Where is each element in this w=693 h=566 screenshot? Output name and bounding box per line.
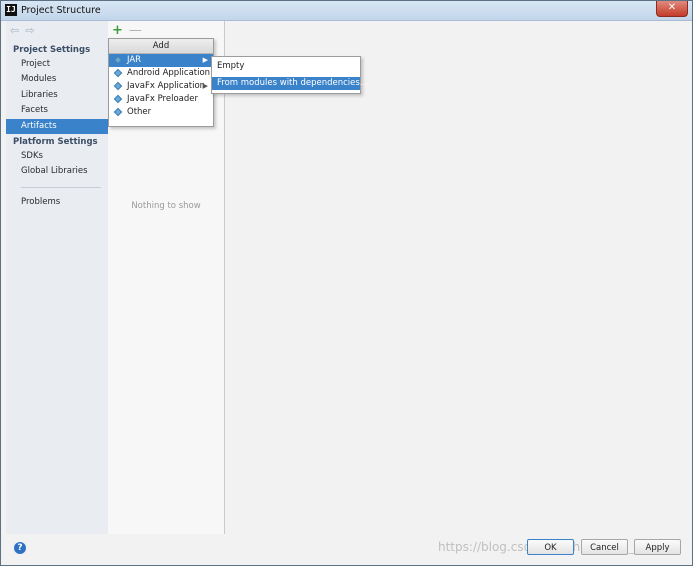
forward-arrow-icon[interactable]: ⇨: [25, 24, 40, 37]
submenu-arrow-icon: ▶: [202, 56, 208, 64]
sidebar-item-artifacts[interactable]: Artifacts: [6, 119, 108, 134]
apply-button[interactable]: Apply: [634, 539, 681, 555]
artifact-details-pane: [225, 21, 690, 534]
menu-item-other[interactable]: Other: [109, 106, 213, 119]
remove-icon[interactable]: —: [129, 23, 142, 38]
empty-list-text: Nothing to show: [131, 201, 201, 211]
sidebar-item-problems[interactable]: Problems: [6, 195, 108, 210]
artifact-icon: [113, 68, 123, 78]
cancel-button[interactable]: Cancel: [581, 539, 628, 555]
menu-item-android-application[interactable]: Android Application: [109, 67, 213, 80]
title-bar: IJ Project Structure ✕: [1, 1, 692, 21]
sidebar-item-global-libraries[interactable]: Global Libraries: [6, 164, 108, 179]
artifact-icon: [113, 107, 123, 117]
menu-item-label: Other: [127, 107, 152, 117]
sidebar-item-modules[interactable]: Modules: [6, 72, 108, 87]
artifact-icon: [113, 81, 123, 91]
intellij-icon: IJ: [5, 4, 17, 16]
artifacts-toolbar: + —: [112, 24, 142, 37]
submenu-item-from-modules[interactable]: From modules with dependencies...: [212, 77, 368, 90]
project-structure-window: IJ Project Structure ✕ ⇦⇨ Project Settin…: [0, 0, 693, 566]
menu-item-label: Android Application: [127, 68, 211, 78]
menu-item-javafx-application[interactable]: JavaFx Application ▶: [109, 80, 213, 93]
dialog-footer: ? https://blog.csdn.net/zhangbiao_... OK…: [1, 534, 692, 565]
menu-item-label: JAR: [127, 55, 142, 65]
sidebar: ⇦⇨ Project Settings Project Modules Libr…: [6, 21, 109, 534]
menu-item-label: JavaFx Preloader: [127, 94, 198, 104]
menu-item-javafx-preloader[interactable]: JavaFx Preloader: [109, 93, 213, 106]
sidebar-item-project[interactable]: Project: [6, 57, 108, 72]
jar-submenu: Empty From modules with dependencies...: [211, 56, 368, 94]
sidebar-item-libraries[interactable]: Libraries: [6, 88, 108, 103]
sidebar-item-facets[interactable]: Facets: [6, 103, 108, 118]
project-settings-header: Project Settings: [13, 45, 91, 55]
platform-settings-header: Platform Settings: [13, 137, 98, 147]
submenu-item-empty[interactable]: Empty: [212, 60, 360, 73]
window-title: Project Structure: [21, 5, 101, 16]
add-artifact-menu: Add JAR ▶ Android Application JavaFx App…: [108, 38, 214, 127]
add-menu-header: Add: [109, 39, 213, 54]
artifact-icon: [113, 55, 123, 65]
menu-item-jar[interactable]: JAR ▶: [109, 54, 213, 67]
ok-button[interactable]: OK: [527, 539, 574, 555]
artifact-icon: [113, 94, 123, 104]
add-icon[interactable]: +: [112, 23, 123, 38]
help-icon[interactable]: ?: [14, 542, 26, 554]
sidebar-item-sdks[interactable]: SDKs: [6, 149, 108, 164]
back-arrow-icon[interactable]: ⇦: [10, 24, 25, 37]
menu-item-label: JavaFx Application: [127, 81, 206, 91]
sidebar-divider: [21, 187, 101, 188]
close-button[interactable]: ✕: [656, 1, 688, 17]
nav-arrows: ⇦⇨: [10, 24, 40, 37]
submenu-arrow-icon: ▶: [202, 82, 208, 90]
